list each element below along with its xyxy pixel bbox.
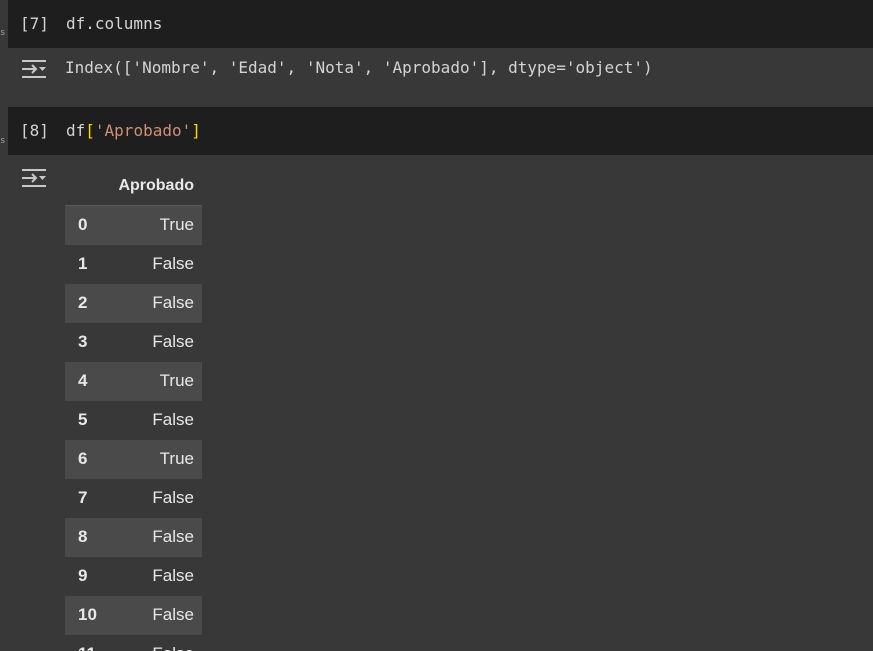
row-value: True [159, 371, 194, 390]
output-collapse-icon[interactable] [20, 57, 48, 81]
row-index: 6 [78, 449, 88, 468]
row-index: 10 [78, 605, 97, 624]
row-index: 4 [78, 371, 88, 390]
row-index: 5 [78, 410, 88, 429]
code-string: 'Aprobado' [94, 121, 192, 140]
row-value: True [159, 215, 194, 235]
code-identifier: df [66, 121, 86, 140]
table-row: 0 True [65, 205, 202, 245]
code-cell-8[interactable]: [8] df['Aprobado'] [8, 107, 873, 155]
table-row: 9 False [65, 556, 202, 596]
code-editor[interactable]: df['Aprobado'] [66, 107, 201, 155]
table-row: 5 False [65, 400, 202, 440]
row-index: 2 [78, 293, 88, 312]
table-row: 4 True [65, 361, 202, 401]
row-value: False [152, 254, 194, 273]
dataframe-output: Aprobado 0 True 1 False 2 False 3 False … [65, 166, 202, 651]
row-value: False [113, 635, 202, 651]
gutter-mark: s [0, 136, 6, 146]
row-index: 3 [78, 332, 88, 351]
code-editor[interactable]: df.columns [66, 0, 162, 48]
execution-count: [8] [20, 121, 49, 140]
table-row: 2 False [65, 283, 202, 323]
row-value: False [152, 605, 194, 624]
row-value: False [152, 293, 194, 312]
table-row: 1 False [65, 244, 202, 284]
row-value: False [152, 488, 194, 507]
table-row: 8 False [65, 517, 202, 557]
row-index: 8 [78, 527, 88, 546]
row-index: 11 [65, 635, 113, 651]
row-value: False [152, 332, 194, 351]
table-row: 11 False [65, 634, 202, 651]
table-row: 10 False [65, 595, 202, 635]
table-row: 6 True [65, 439, 202, 479]
table-row: 7 False [65, 478, 202, 518]
code-bracket-open: [ [85, 121, 95, 140]
code-bracket-close: ] [191, 121, 201, 140]
table-row: 3 False [65, 322, 202, 362]
column-header: Aprobado [113, 166, 202, 206]
row-index: 1 [78, 254, 88, 273]
row-index: 7 [78, 488, 88, 507]
index-header [65, 166, 113, 206]
row-value: False [152, 410, 194, 429]
cell-output-text: Index(['Nombre', 'Edad', 'Nota', 'Aproba… [65, 58, 653, 77]
output-collapse-icon[interactable] [20, 166, 48, 190]
series-table: Aprobado 0 True 1 False 2 False 3 False … [65, 166, 202, 651]
row-value: True [159, 449, 194, 468]
execution-count: [7] [20, 14, 49, 33]
gutter-mark: s [0, 28, 6, 38]
row-value: False [152, 527, 194, 546]
row-value: False [152, 566, 194, 585]
row-index: 9 [78, 566, 88, 585]
row-index: 0 [78, 215, 88, 235]
notebook-page: s [7] df.columns Index(['Nombre', 'Edad'… [0, 0, 873, 651]
code-cell-7[interactable]: [7] df.columns [8, 0, 873, 48]
